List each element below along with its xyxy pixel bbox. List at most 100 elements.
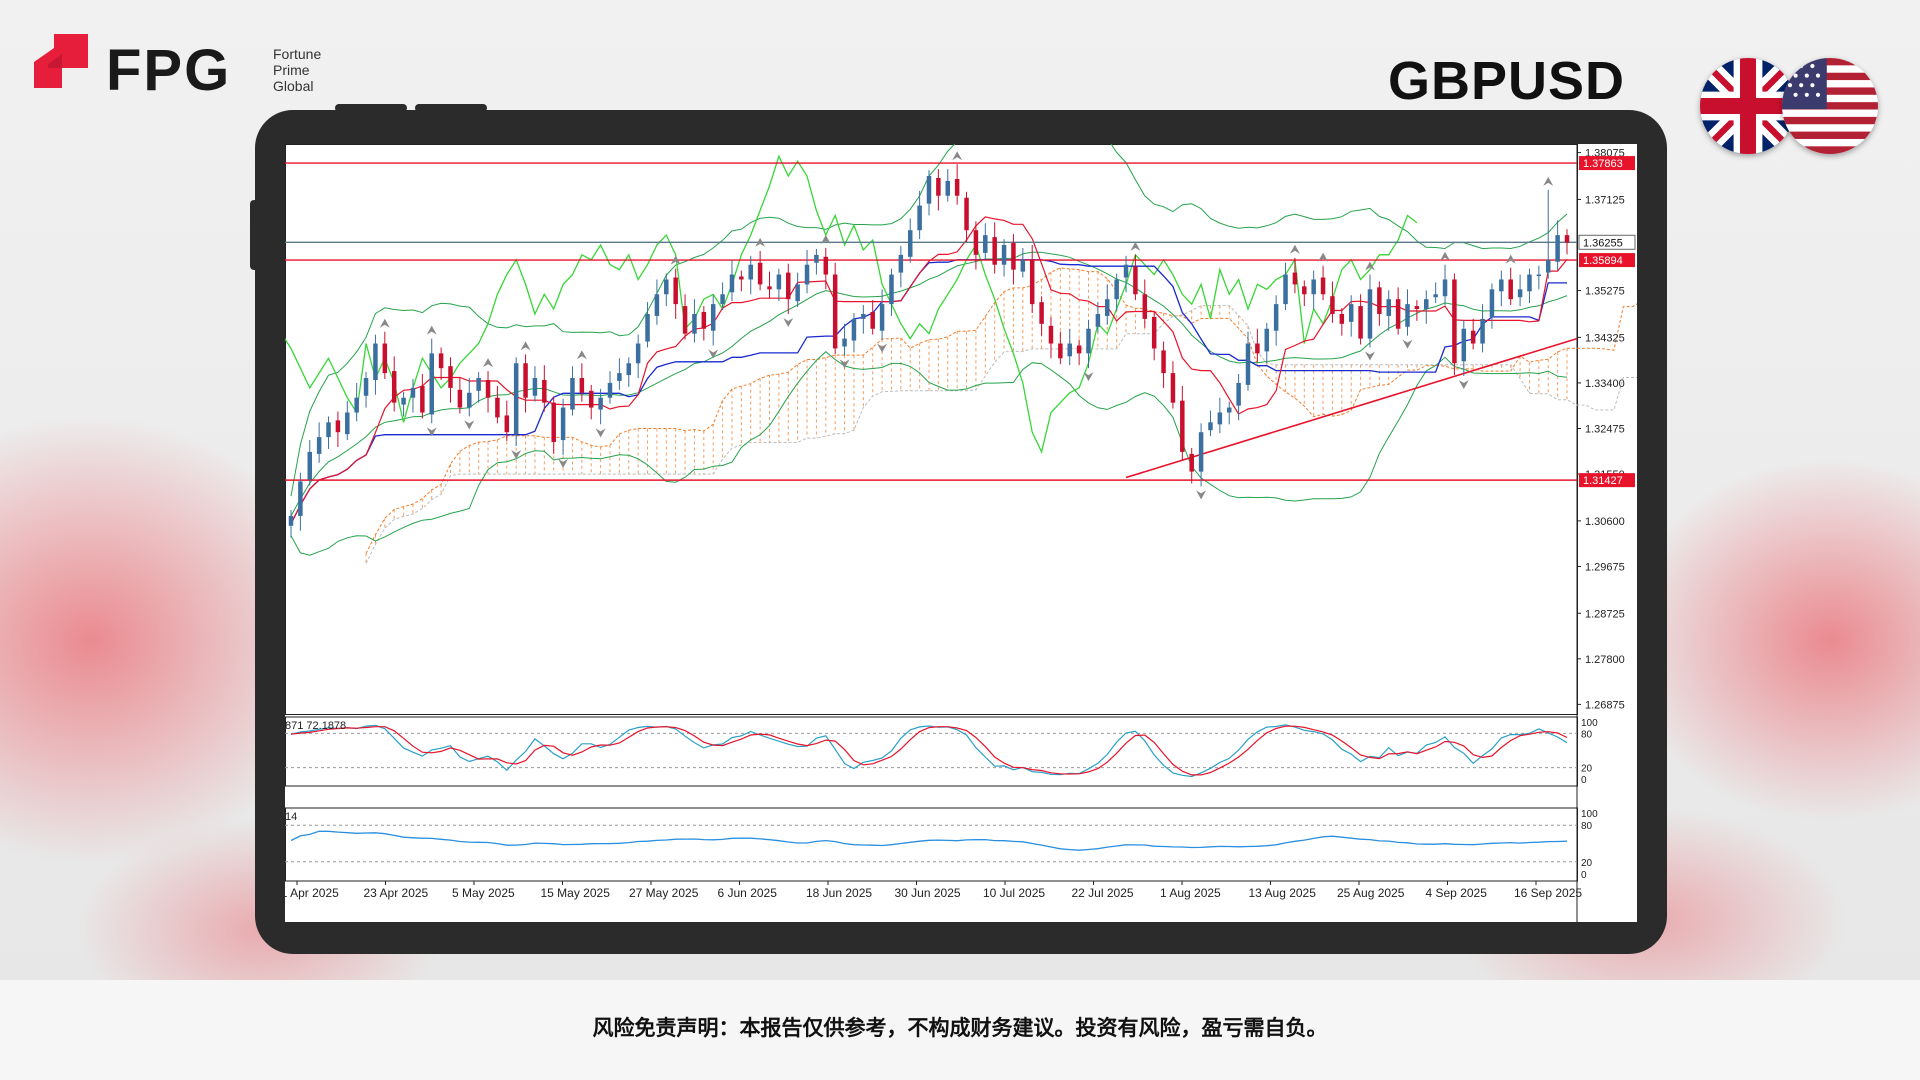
candle-body: [335, 420, 341, 433]
stochastic-label: 871 72.1878: [285, 720, 346, 732]
candle-body: [832, 274, 838, 349]
brand-name: FPG: [106, 38, 232, 103]
us-flag-icon: [1782, 58, 1878, 154]
fractal-up-icon: [520, 341, 531, 351]
brand-subtitle: Fortune Prime Global: [273, 46, 321, 94]
date-tick-label: 10 Jul 2025: [983, 886, 1045, 900]
candle-body: [870, 311, 875, 329]
fractal-up-icon: [1289, 244, 1300, 254]
fractal-up-icon: [1130, 241, 1141, 251]
candle-body: [1330, 296, 1335, 314]
candle-body: [1424, 299, 1429, 310]
brand-sub-line: Global: [273, 78, 314, 94]
stochastic-level-label: 100: [1581, 718, 1598, 729]
bollinger-lower: [290, 351, 1568, 556]
candle-body: [1545, 259, 1551, 273]
candle-body: [936, 177, 941, 196]
candle-body: [298, 481, 303, 516]
price-label-resistance: 1.37863: [1583, 158, 1623, 170]
candle-body: [926, 176, 932, 204]
fractal-down-icon: [464, 420, 475, 430]
fractal-up-icon: [379, 318, 390, 328]
candle-body: [607, 382, 613, 398]
fractal-down-icon: [1402, 339, 1413, 349]
candle-body: [673, 277, 678, 305]
candle-body: [1226, 407, 1232, 413]
candle-body: [560, 407, 566, 441]
date-tick-label: 23 Apr 2025: [364, 886, 429, 900]
fpg-logo-mark-icon: [34, 34, 88, 88]
candle-body: [316, 437, 322, 454]
candle-body: [523, 363, 528, 398]
candle-body: [476, 378, 481, 391]
fractal-down-icon: [708, 349, 719, 359]
candle-body: [907, 230, 913, 257]
fractal-up-icon: [483, 358, 494, 368]
candle-body: [635, 343, 641, 364]
candle-body: [1105, 299, 1110, 316]
candle-body: [861, 313, 866, 319]
candle-body: [307, 451, 313, 480]
candle-body: [626, 363, 632, 376]
price-chart[interactable]: 1.380751.371251.352751.343251.334001.324…: [285, 144, 1637, 922]
candle-body: [842, 338, 847, 347]
candle-body: [429, 353, 434, 415]
price-label-support: 1.31427: [1583, 475, 1623, 487]
candle-body: [363, 378, 369, 396]
candle-body: [1395, 299, 1401, 329]
candle-body: [1405, 304, 1410, 327]
candle-body: [1086, 328, 1091, 354]
indicator-lines: [285, 144, 1568, 556]
fractal-down-icon: [1364, 351, 1375, 361]
candle-body: [617, 373, 622, 381]
candle-body: [1076, 345, 1082, 354]
fractal-down-icon: [558, 458, 569, 468]
brand-sub-line: Prime: [273, 62, 310, 78]
candle-body: [917, 205, 922, 231]
rsi-line: [290, 830, 1568, 851]
candle-body: [1245, 343, 1251, 385]
date-tick-label: 16 Sep 2025: [1514, 886, 1582, 900]
candle-body: [485, 379, 491, 398]
candle-body: [438, 353, 444, 369]
candle-body: [1564, 235, 1570, 243]
fractal-up-icon: [1440, 251, 1451, 261]
candle-body: [345, 412, 350, 435]
fractal-down-icon: [783, 317, 794, 327]
stochastic-level-label: 0: [1581, 775, 1587, 786]
candle-body: [1217, 412, 1223, 425]
date-tick-label: 11 Apr 2025: [285, 886, 339, 900]
candle-body: [382, 343, 388, 374]
candle-body: [1067, 343, 1072, 357]
candle-body: [776, 274, 782, 290]
price-tick-label: 1.29675: [1585, 561, 1625, 573]
candle-body: [1470, 330, 1476, 344]
candle-body: [1358, 306, 1363, 339]
candle-body: [879, 304, 885, 331]
price-tick-label: 1.28725: [1585, 608, 1625, 620]
fractal-up-icon: [426, 325, 437, 335]
candle-body: [692, 313, 697, 334]
date-tick-label: 4 Sep 2025: [1426, 886, 1488, 900]
candle-body: [410, 387, 416, 398]
rsi-border: [285, 807, 1578, 882]
candle-body: [964, 197, 969, 231]
candle-body: [992, 237, 997, 265]
candle-body: [1414, 306, 1420, 310]
fractal-down-icon: [511, 449, 522, 459]
candle-body: [420, 385, 425, 413]
chikou-span: [285, 154, 1418, 454]
candle-body: [1499, 279, 1504, 292]
candle-body: [513, 363, 519, 435]
candle-body: [373, 343, 378, 380]
candle-body: [1480, 318, 1485, 344]
candle-body: [1292, 272, 1298, 285]
date-axis: 11 Apr 2025 23 Apr 2025 5 May 2025 15 May 2…: [285, 881, 1582, 900]
candle-body: [1452, 279, 1457, 364]
candle-body: [851, 318, 857, 341]
ichimoku-cloud: [365, 267, 1637, 564]
candle-body: [1189, 453, 1194, 472]
candle-body: [1536, 274, 1542, 277]
candle-body: [448, 366, 453, 388]
candle-body: [354, 397, 359, 413]
